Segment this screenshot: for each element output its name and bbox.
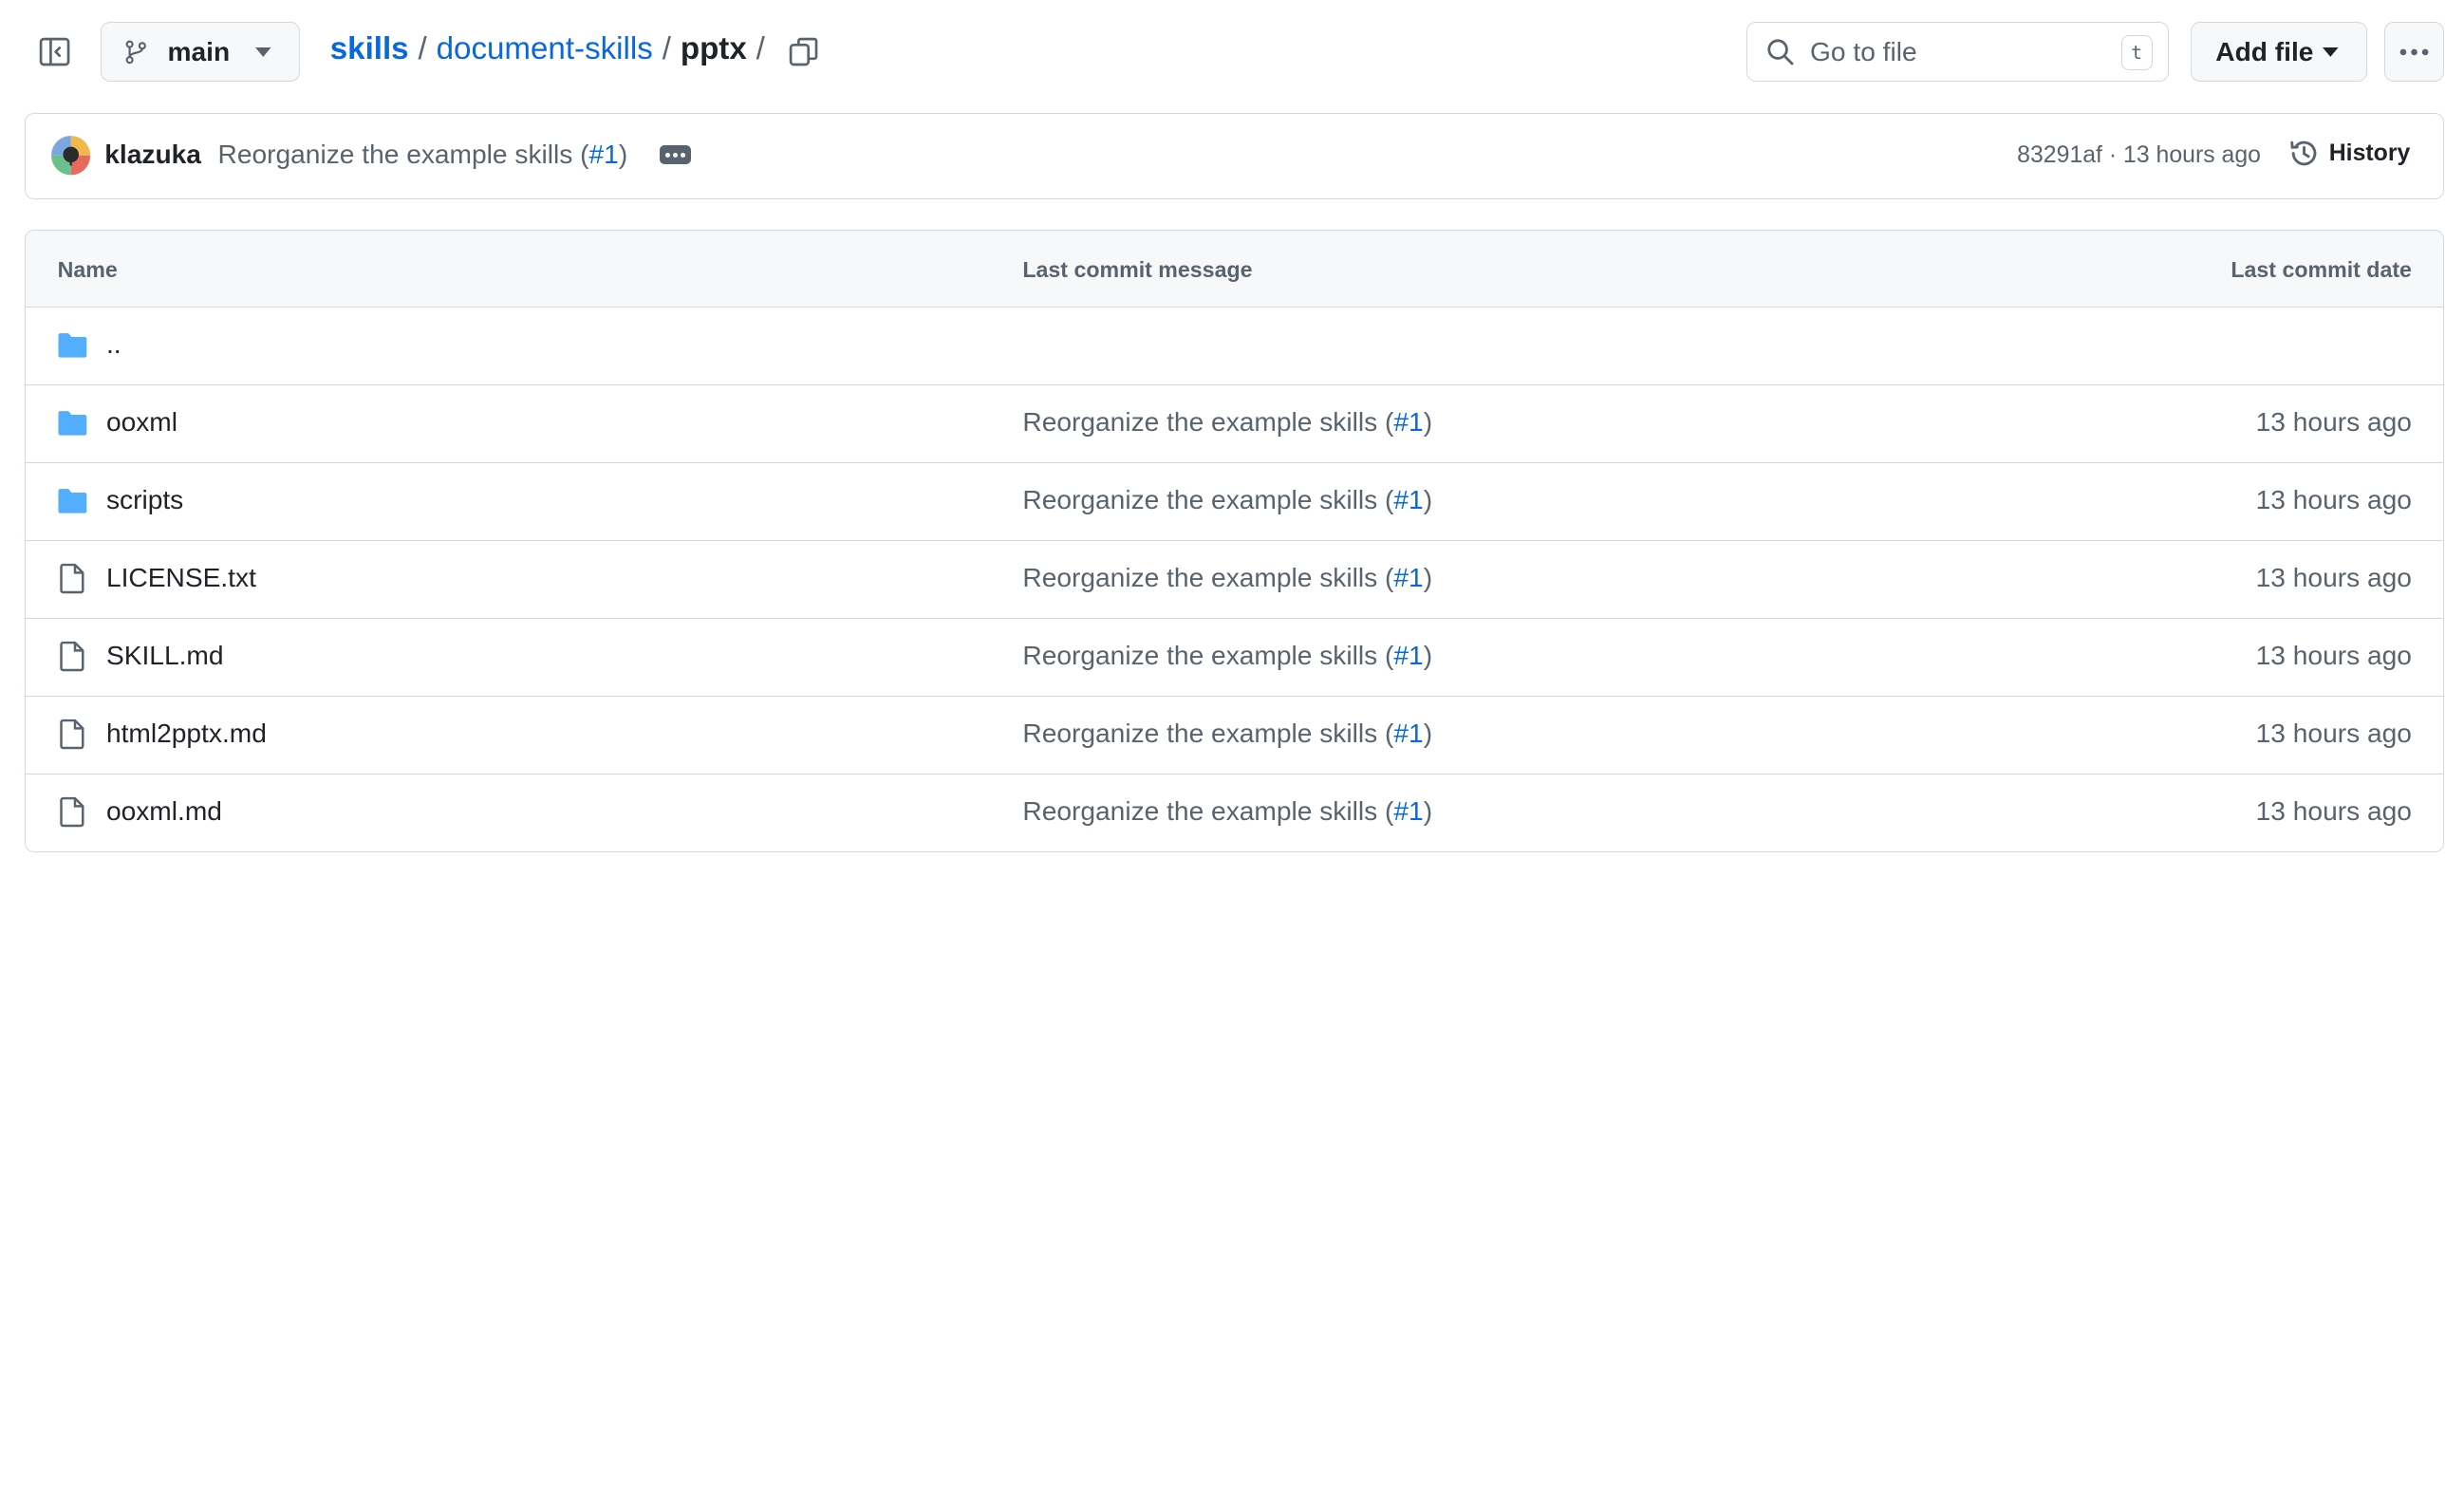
column-header-message: Last commit message [1022, 256, 1253, 282]
row-commit-message-end: ) [1423, 485, 1433, 515]
breadcrumb-current: pptx [680, 31, 747, 67]
commit-message-text[interactable]: Reorganize the example skills ( [218, 140, 589, 169]
row-commit-message-text[interactable]: Reorganize the example skills ( [1022, 641, 1393, 670]
commit-hash-link[interactable]: 83291af [2017, 142, 2102, 168]
table-row[interactable]: scripts Reorganize the example skills (#1… [26, 463, 2444, 541]
breadcrumb-separator: / [756, 31, 765, 67]
row-commit-message-end: ) [1423, 407, 1433, 438]
history-icon [2289, 140, 2317, 166]
table-row[interactable]: .. [26, 308, 2444, 385]
copy-path-icon[interactable] [783, 31, 824, 72]
row-commit-message-text[interactable]: Reorganize the example skills ( [1022, 796, 1393, 826]
row-commit-message-end: ) [1423, 795, 1433, 826]
commit-meta: 83291af · 13 hours ago [2017, 142, 2261, 169]
table-row[interactable]: html2pptx.md Reorganize the example skill… [26, 697, 2444, 775]
pull-request-link[interactable]: #1 [589, 140, 619, 169]
latest-commit-bar: klazuka Reorganize the example skills (#… [25, 113, 2445, 200]
history-label: History [2328, 140, 2411, 166]
folder-icon [56, 407, 89, 439]
meta-separator: · [2108, 142, 2118, 169]
pull-request-link[interactable]: #1 [1393, 796, 1423, 826]
row-commit-message-end: ) [1423, 640, 1433, 670]
breadcrumb: skills / document-skills / pptx / [330, 31, 775, 67]
pull-request-link[interactable]: #1 [1393, 563, 1423, 592]
pull-request-link[interactable]: #1 [1393, 641, 1423, 670]
caret-down-icon [254, 47, 271, 57]
row-commit-message-text[interactable]: Reorganize the example skills ( [1022, 719, 1393, 748]
row-commit-message-text[interactable]: Reorganize the example skills ( [1022, 563, 1393, 592]
go-to-file-input[interactable]: Go to file t [1745, 22, 2170, 83]
folder-link[interactable]: .. [106, 329, 121, 360]
file-link[interactable]: ooxml.md [106, 796, 222, 827]
row-commit-date: 13 hours ago [2255, 485, 2412, 515]
row-commit-date: 13 hours ago [2255, 407, 2412, 438]
commit-time: 13 hours ago [2123, 142, 2261, 169]
repo-file-browser: main skills / document-skills / pptx / G… [0, 0, 2464, 913]
branch-selector-button[interactable]: main [100, 22, 301, 83]
avatar[interactable] [50, 136, 91, 176]
row-commit-message[interactable]: Reorganize the example skills (#1) [1022, 485, 1432, 515]
commit-author-link[interactable]: klazuka [104, 140, 201, 170]
repo-toolbar: main skills / document-skills / pptx / G… [0, 0, 2464, 103]
row-commit-message[interactable]: Reorganize the example skills (#1) [1022, 563, 1432, 593]
keyboard-shortcut-hint: t [2120, 35, 2153, 70]
table-header: Name Last commit message Last commit dat… [26, 230, 2444, 308]
file-icon [56, 719, 89, 750]
sidebar-collapse-icon[interactable] [34, 31, 75, 72]
table-row[interactable]: SKILL.md Reorganize the example skills (#… [26, 619, 2444, 697]
row-commit-date: 13 hours ago [2255, 562, 2412, 592]
file-link[interactable]: SKILL.md [106, 641, 224, 671]
expand-commit-message-button[interactable] [659, 145, 691, 165]
pull-request-link[interactable]: #1 [1393, 485, 1423, 514]
git-branch-icon [125, 40, 147, 64]
pull-request-link[interactable]: #1 [1393, 407, 1423, 437]
more-options-button[interactable] [2384, 22, 2445, 83]
file-table: Name Last commit message Last commit dat… [25, 229, 2445, 852]
table-row[interactable]: ooxml Reorganize the example skills (#1) 1… [26, 385, 2444, 463]
add-file-label: Add file [2215, 36, 2314, 66]
file-icon [56, 641, 89, 672]
row-commit-message-end: ) [1423, 562, 1433, 592]
row-commit-date: 13 hours ago [2255, 640, 2412, 670]
row-commit-date: 13 hours ago [2255, 795, 2412, 826]
table-body: .. ooxml Reorganize the example skills (#1… [26, 308, 2444, 851]
row-commit-message-end: ) [1423, 718, 1433, 748]
folder-link[interactable]: scripts [106, 485, 183, 515]
search-placeholder: Go to file [1810, 36, 1917, 66]
pull-request-link[interactable]: #1 [1393, 719, 1423, 748]
commit-message[interactable]: Reorganize the example skills (#1) [218, 140, 628, 170]
file-icon [56, 796, 89, 828]
folder-icon [56, 485, 89, 516]
row-commit-message[interactable]: Reorganize the example skills (#1) [1022, 796, 1432, 827]
folder-link[interactable]: ooxml [106, 407, 177, 438]
row-commit-message-text[interactable]: Reorganize the example skills ( [1022, 485, 1393, 514]
row-commit-message[interactable]: Reorganize the example skills (#1) [1022, 407, 1432, 438]
breadcrumb-repo-link[interactable]: skills [330, 31, 409, 67]
file-link[interactable]: html2pptx.md [106, 719, 267, 749]
row-commit-message[interactable]: Reorganize the example skills (#1) [1022, 641, 1432, 671]
file-link[interactable]: LICENSE.txt [106, 563, 256, 593]
history-button[interactable]: History [2288, 138, 2411, 169]
breadcrumb-folder-link[interactable]: document-skills [437, 31, 653, 67]
row-commit-message-text[interactable]: Reorganize the example skills ( [1022, 407, 1393, 437]
folder-icon [56, 329, 89, 361]
kebab-horizontal-icon [2399, 48, 2429, 55]
breadcrumb-separator: / [662, 31, 671, 67]
search-icon [1767, 39, 1794, 65]
row-commit-date: 13 hours ago [2255, 718, 2412, 748]
commit-message-end: ) [618, 139, 628, 169]
add-file-button[interactable]: Add file [2191, 22, 2367, 83]
table-row[interactable]: ooxml.md Reorganize the example skills (#… [26, 775, 2443, 851]
breadcrumb-separator: / [418, 31, 427, 67]
branch-name: main [167, 36, 231, 66]
table-row[interactable]: LICENSE.txt Reorganize the example skills… [26, 541, 2444, 619]
row-commit-message[interactable]: Reorganize the example skills (#1) [1022, 719, 1432, 749]
caret-down-icon [2323, 47, 2339, 57]
column-header-name: Name [57, 256, 118, 282]
column-header-date: Last commit date [2231, 256, 2412, 282]
file-icon [56, 563, 89, 594]
